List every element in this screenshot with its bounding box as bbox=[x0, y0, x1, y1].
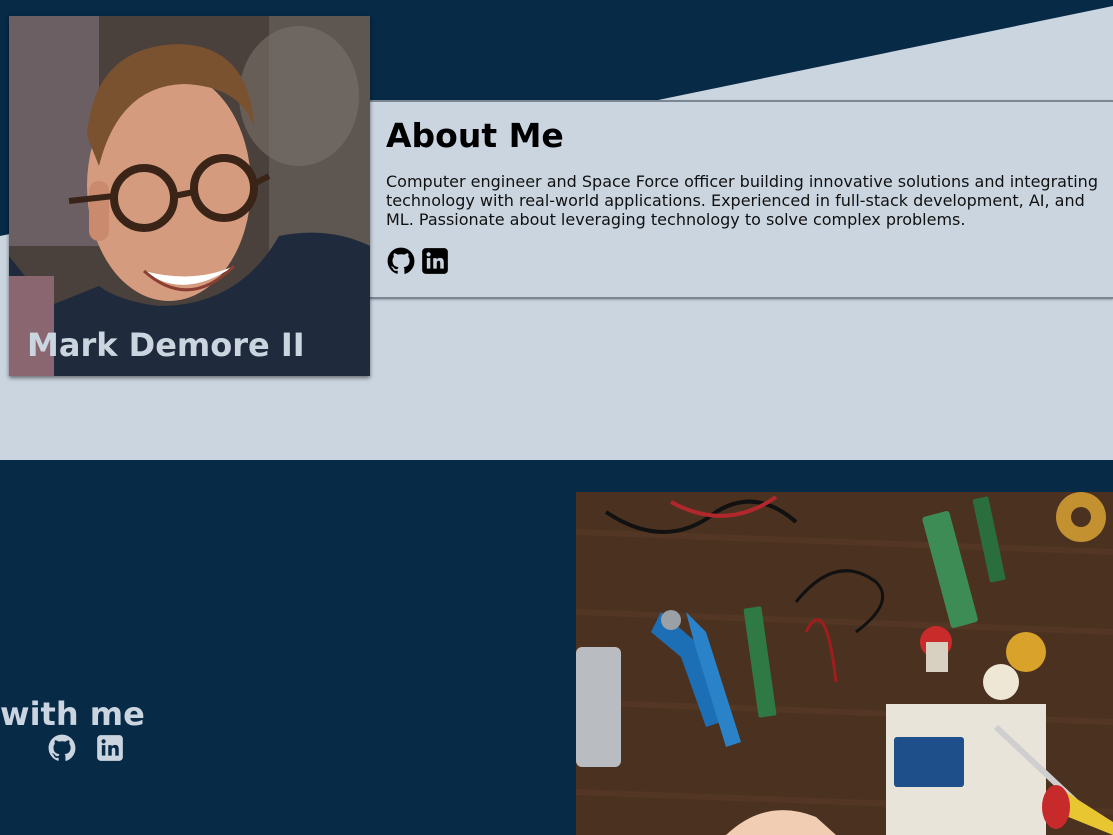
connect-social-links bbox=[47, 733, 125, 763]
github-icon[interactable] bbox=[386, 246, 416, 276]
connect-title: with me bbox=[0, 695, 145, 733]
connect-section: with me bbox=[0, 460, 1113, 835]
portrait-illustration bbox=[9, 16, 370, 376]
workbench-illustration bbox=[576, 492, 1113, 835]
github-icon[interactable] bbox=[47, 733, 77, 763]
linkedin-icon[interactable] bbox=[95, 733, 125, 763]
about-description: Computer engineer and Space Force office… bbox=[386, 172, 1098, 229]
linkedin-icon[interactable] bbox=[420, 246, 450, 276]
about-section: About Me Computer engineer and Space For… bbox=[370, 100, 1113, 299]
about-social-links bbox=[386, 246, 450, 276]
page: About Me Computer engineer and Space For… bbox=[0, 0, 1113, 835]
profile-photo: Mark Demore II bbox=[9, 16, 370, 376]
workbench-photo bbox=[576, 492, 1113, 835]
about-title: About Me bbox=[386, 116, 564, 155]
profile-name: Mark Demore II bbox=[27, 326, 305, 364]
